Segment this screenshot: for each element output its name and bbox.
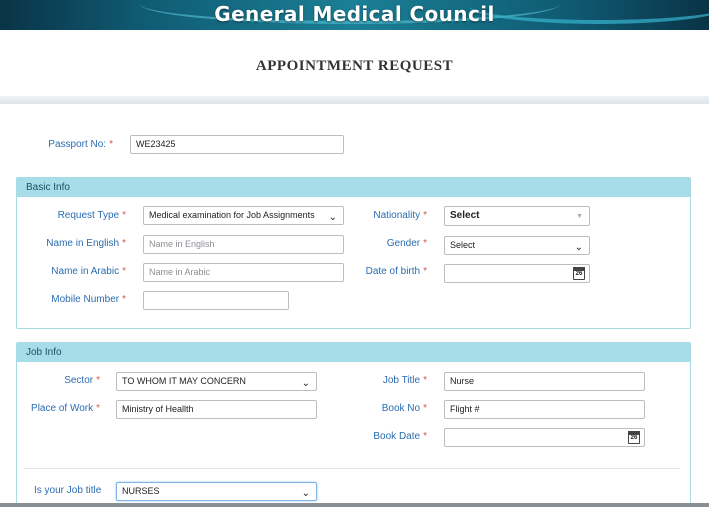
page-title: APPOINTMENT REQUEST [255,58,454,74]
chevron-down-icon: ⌄ [328,212,337,223]
sector-label: Sector * [64,375,100,386]
job-title-medical-select[interactable]: NURSES ⌄ [116,482,317,501]
caret-down-icon: ▼ [576,213,583,220]
book-no-label: Book No * [381,403,427,414]
site-banner: General Medical Council [0,0,709,30]
mobile-input[interactable] [143,291,289,310]
book-no-input[interactable]: Flight # [444,400,645,419]
place-of-work-label: Place of Work * [31,403,100,414]
passport-label: Passport No: * [48,139,113,150]
passport-input[interactable]: WE23425 [130,135,344,154]
book-date-label: Book Date * [373,431,427,442]
section-divider [24,468,680,469]
job-info-header: Job Info [17,343,690,362]
name-english-label: Name in English * [46,238,126,249]
job-title-input[interactable]: Nurse [444,372,645,391]
org-name: General Medical Council [214,2,495,26]
gender-select[interactable]: Select ⌄ [444,236,590,255]
dob-label: Date of birth * [365,266,427,277]
request-type-select[interactable]: Medical examination for Job Assignments … [143,206,344,225]
basic-info-header: Basic Info [17,178,690,197]
dob-input[interactable]: 26 [444,264,590,283]
name-english-input[interactable]: Name in English [143,235,344,254]
name-arabic-input[interactable]: Name in Arabic [143,263,344,282]
chevron-down-icon: ⌄ [301,488,310,499]
nationality-value: Select [450,210,480,221]
title-divider [0,96,709,104]
sector-select[interactable]: TO WHOM IT MAY CONCERN ⌄ [116,372,317,391]
calendar-icon[interactable]: 26 [628,431,640,444]
calendar-icon[interactable]: 26 [573,267,585,280]
book-date-input[interactable]: 26 [444,428,645,447]
name-arabic-label: Name in Arabic * [51,266,126,277]
sector-value: TO WHOM IT MAY CONCERN [122,376,246,386]
window-bottom-edge [0,503,709,507]
job-title-label: Job Title * [382,375,427,386]
gender-label: Gender * [386,238,427,249]
job-title-medical-value: NURSES [122,486,160,496]
nationality-label: Nationality * [373,210,427,221]
mobile-label: Mobile Number * [51,294,126,305]
gender-value: Select [450,240,476,250]
chevron-down-icon: ⌄ [574,242,583,253]
chevron-down-icon: ⌄ [301,378,310,389]
request-type-label: Request Type * [57,210,126,221]
place-of-work-input[interactable]: Ministry of Heallth [116,400,317,419]
nationality-select[interactable]: Select ▼ [444,206,590,226]
job-title-medical-label: Is your Job title [34,485,102,496]
request-type-value: Medical examination for Job Assignments [149,210,315,220]
